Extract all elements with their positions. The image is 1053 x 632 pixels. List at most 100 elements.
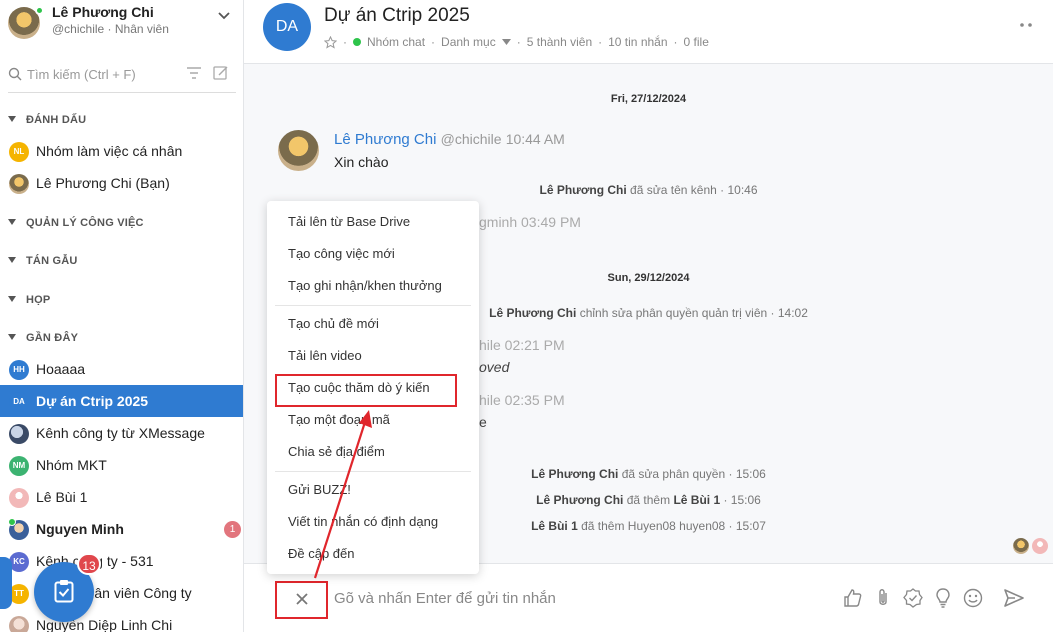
channel-avatar: DA bbox=[263, 3, 311, 51]
attachment-icon[interactable] bbox=[872, 587, 894, 609]
section-meeting[interactable]: HỌP bbox=[8, 294, 50, 310]
online-status-dot bbox=[8, 518, 16, 526]
filter-icon[interactable] bbox=[186, 66, 202, 80]
section-chat[interactable]: TÁN GẪU bbox=[8, 255, 78, 271]
sidebar-item-nguyen-minh[interactable]: Nguyen Minh 1 bbox=[0, 513, 243, 545]
menu-item-buzz[interactable]: Gửi BUZZ! bbox=[267, 475, 479, 505]
separator: · bbox=[431, 35, 436, 49]
author-name[interactable]: Lê Phương Chi bbox=[334, 131, 436, 148]
search-input[interactable]: Tìm kiếm (Ctrl + F) bbox=[27, 67, 136, 82]
category-dropdown[interactable]: Danh mục bbox=[441, 35, 496, 49]
sidebar-item-label: Nhóm làm việc cá nhân bbox=[36, 143, 183, 159]
actor-name: Lê Phương Chi bbox=[539, 183, 627, 197]
message-text: Xin chào bbox=[334, 154, 389, 170]
menu-divider bbox=[275, 471, 471, 472]
target-name: Lê Bùi 1 bbox=[673, 493, 721, 507]
seen-avatar bbox=[1013, 538, 1029, 554]
message-input[interactable]: Gõ và nhấn Enter để gửi tin nhắn bbox=[334, 590, 556, 607]
like-icon[interactable] bbox=[842, 587, 864, 609]
avatar: HH bbox=[9, 360, 29, 380]
actor-name: Lê Bùi 1 bbox=[531, 519, 578, 533]
channel-title: Dự án Ctrip 2025 bbox=[324, 5, 470, 26]
avatar: KC bbox=[9, 552, 29, 572]
compose-icon[interactable] bbox=[213, 65, 229, 81]
menu-item-new-topic[interactable]: Tạo chủ đề mới bbox=[267, 309, 479, 339]
message-time: 10:44 AM bbox=[505, 131, 565, 147]
message-avatar[interactable] bbox=[278, 130, 319, 171]
app-window: Lê Phương Chi @chichile · Nhân viên Tìm … bbox=[0, 0, 1053, 632]
avatar bbox=[9, 424, 29, 444]
avatar: DA bbox=[9, 392, 29, 412]
sidebar-item-le-bui[interactable]: Lê Bùi 1 bbox=[0, 481, 243, 513]
sidebar-item-label: Lê Bùi 1 bbox=[36, 489, 88, 505]
section-label: ĐÁNH DẤU bbox=[26, 114, 87, 126]
file-count[interactable]: 0 file bbox=[684, 35, 709, 49]
menu-item-upload-video[interactable]: Tải lên video bbox=[267, 341, 479, 371]
channel-header: DA Dự án Ctrip 2025 · Nhóm chat · Danh m… bbox=[244, 0, 1053, 64]
sidebar-item-mkt[interactable]: NM Nhóm MKT bbox=[0, 449, 243, 481]
message-text: oved bbox=[479, 359, 510, 375]
message-text: e bbox=[479, 414, 487, 430]
sidebar-item-linh-chi[interactable]: Nguyễn Diệp Linh Chi bbox=[0, 609, 243, 632]
section-label: TÁN GẪU bbox=[26, 255, 78, 267]
system-text: đã sửa tên kênh · 10:46 bbox=[630, 183, 758, 197]
approval-badge-icon[interactable] bbox=[902, 587, 924, 609]
caret-down-icon bbox=[8, 219, 16, 225]
menu-item-code-snippet[interactable]: Tạo một đoạn mã bbox=[267, 405, 479, 435]
menu-item-new-task[interactable]: Tạo công việc mới bbox=[267, 239, 479, 269]
unread-badge: 1 bbox=[224, 521, 241, 538]
menu-item-recognition[interactable]: Tạo ghi nhận/khen thưởng bbox=[267, 271, 479, 301]
channel-meta: · Nhóm chat · Danh mục · 5 thành viên · … bbox=[324, 35, 709, 49]
caret-down-icon bbox=[8, 296, 16, 302]
close-icon[interactable] bbox=[293, 590, 311, 608]
caret-down-icon bbox=[8, 116, 16, 122]
avatar bbox=[9, 174, 29, 194]
lightbulb-icon[interactable] bbox=[932, 587, 954, 609]
sidebar-item-hoaaaa[interactable]: HH Hoaaaa bbox=[0, 353, 243, 385]
menu-item-share-location[interactable]: Chia sẻ địa điểm bbox=[267, 437, 479, 467]
sidebar-item-label: Nhóm MKT bbox=[36, 457, 107, 473]
message-header: hile 02:21 PM bbox=[479, 337, 565, 353]
actor-name: Lê Phương Chi bbox=[489, 306, 577, 320]
section-starred[interactable]: ĐÁNH DẤU bbox=[8, 114, 86, 130]
actor-name: Lê Phương Chi bbox=[536, 493, 624, 507]
chevron-down-icon[interactable] bbox=[216, 8, 232, 24]
sidebar-item-company-531[interactable]: KC Kênh công ty - 531 bbox=[0, 545, 243, 577]
section-label: GẦN ĐÂY bbox=[26, 332, 79, 344]
separator: · bbox=[343, 35, 347, 49]
channel-type: Nhóm chat bbox=[367, 35, 426, 49]
online-status-dot bbox=[35, 6, 44, 15]
emoji-icon[interactable] bbox=[962, 587, 984, 609]
search-bar[interactable]: Tìm kiếm (Ctrl + F) bbox=[8, 63, 236, 93]
system-text: đã thêm bbox=[626, 493, 671, 507]
menu-item-mention[interactable]: Đề cập đến bbox=[267, 539, 479, 569]
sidebar-item-personal-group[interactable]: NL Nhóm làm việc cá nhân bbox=[0, 135, 243, 167]
section-tasks[interactable]: QUẢN LÝ CÔNG VIỆC bbox=[8, 217, 144, 233]
actor-name: Lê Phương Chi bbox=[531, 467, 619, 481]
member-count[interactable]: 5 thành viên bbox=[527, 35, 592, 49]
sidebar-item-self[interactable]: Lê Phương Chi (Bạn) bbox=[0, 167, 243, 199]
star-icon[interactable] bbox=[324, 35, 337, 49]
sidebar-item-xmessage[interactable]: Kênh công ty từ XMessage bbox=[0, 417, 243, 449]
sidebar-item-label: Hoaaaa bbox=[36, 361, 86, 377]
caret-down-icon bbox=[8, 334, 16, 340]
online-status-dot bbox=[353, 38, 361, 46]
seen-avatar bbox=[1032, 538, 1048, 554]
side-panel-handle[interactable] bbox=[0, 557, 12, 609]
user-profile[interactable]: Lê Phương Chi @chichile · Nhân viên bbox=[8, 4, 238, 44]
section-label: QUẢN LÝ CÔNG VIỆC bbox=[26, 217, 144, 229]
section-recent[interactable]: GẦN ĐÂY bbox=[8, 332, 78, 348]
more-options-icon[interactable] bbox=[1019, 22, 1033, 28]
search-icon bbox=[8, 67, 22, 81]
menu-item-upload-drive[interactable]: Tải lên từ Base Drive bbox=[267, 207, 479, 237]
user-handle: @chichile · Nhân viên bbox=[52, 22, 169, 36]
send-icon[interactable] bbox=[1003, 587, 1025, 609]
user-name: Lê Phương Chi bbox=[52, 4, 154, 20]
fab-count-badge: 13 bbox=[77, 553, 101, 575]
caret-down-icon[interactable] bbox=[501, 39, 511, 45]
sidebar-item-label: Nguyen Minh bbox=[36, 521, 124, 537]
section-label: HỌP bbox=[26, 294, 51, 306]
separator: · bbox=[598, 35, 603, 49]
sidebar-item-ctrip-2025[interactable]: DA Dự án Ctrip 2025 bbox=[0, 385, 243, 417]
menu-item-formatted-message[interactable]: Viết tin nhắn có định dạng bbox=[267, 507, 479, 537]
